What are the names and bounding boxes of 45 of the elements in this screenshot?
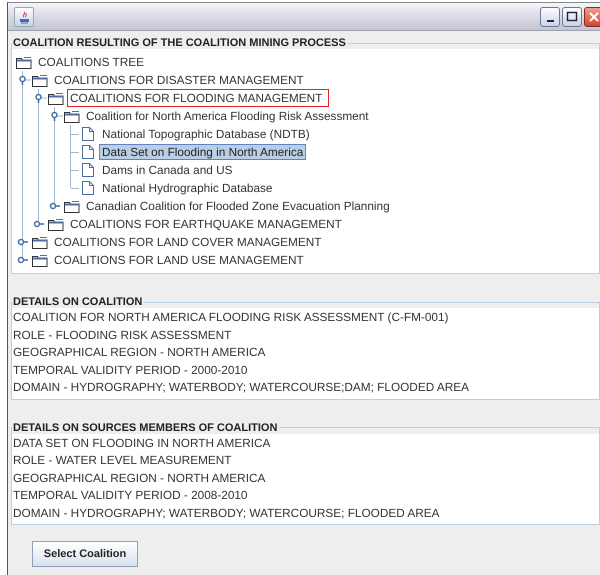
folder-icon [47,91,64,105]
detail-text: DOMAIN - HYDROGRAPHY; WATERBODY; WATERCOURSE; FLOODED AREA [13,504,440,522]
maximize-icon [565,10,579,24]
file-icon [79,181,96,195]
detail-text: GEOGRAPHICAL REGION - NORTH AMERICA [13,470,266,486]
app-icon [14,6,34,26]
detail-text: TEMPORAL VALIDITY PERIOD - 2000-2010 [13,362,248,378]
detail-text: GEOGRAPHICAL REGION - NORTH AMERICA [13,344,266,361]
tree-item[interactable]: COALITIONS FOR LAND USE MANAGEMENT [51,252,307,268]
select-coalition-button[interactable]: Select Coalition [32,541,138,567]
tree-item[interactable]: Coalition for North America Flooding Risk Assessment [83,108,372,124]
detail-text: COALITION FOR NORTH AMERICA FLOODING RISK ASSESSMENT (C-FM-001) [13,309,450,326]
tree-item[interactable]: COALITIONS FOR LAND COVER MANAGEMENT [51,234,324,250]
tree-item[interactable]: Dams in Canada and US [99,162,236,178]
panel-title: DETAILS ON SOURCES MEMBERS OF COALITION [12,422,278,434]
folder-icon [31,253,48,267]
panel-title: COALITION RESULTING OF THE COALITION MINING PROCESS [12,37,347,49]
close-icon [587,10,600,24]
close-button[interactable] [584,6,600,26]
panel-title: DETAILS ON COALITION [12,296,144,308]
tree-item[interactable]: COALITIONS FOR EARTHQUAKE MANAGEMENT [67,216,345,232]
tree-item[interactable]: National Hydrographic Database [99,180,276,196]
tree-item[interactable]: Data Set on Flooding in North America [99,144,306,160]
tree-item[interactable]: COALITIONS FOR DISASTER MANAGEMENT [51,72,307,88]
file-icon [79,163,96,177]
folder-icon [31,235,48,249]
detail-text: DOMAIN - HYDROGRAPHY; WATERBODY; WATERCOURSE;DAM; FLOODED AREA [13,379,470,396]
minimize-icon [546,20,554,22]
maximize-button[interactable] [562,6,582,26]
folder-icon [15,55,32,69]
folder-icon [47,217,64,231]
tree-item[interactable]: COALITIONS FOR FLOODING MANAGEMENT [67,89,330,107]
tree-item[interactable]: COALITIONS TREE [35,54,147,70]
file-icon [79,127,96,141]
detail-text: DATA SET ON FLOODING IN NORTH AMERICA [13,434,272,452]
detail-text: ROLE - FLOODING RISK ASSESSMENT [13,326,232,344]
detail-text: TEMPORAL VALIDITY PERIOD - 2008-2010 [13,487,248,504]
minimize-button[interactable] [540,6,560,26]
folder-icon [63,109,80,123]
folder-icon [63,199,80,213]
detail-text: ROLE - WATER LEVEL MEASUREMENT [13,452,232,469]
folder-icon [31,73,48,87]
tree-item[interactable]: National Topographic Database (NDTB) [99,126,313,142]
tree-item[interactable]: Canadian Coalition for Flooded Zone Evacuation Planning [83,198,393,214]
file-icon [79,145,96,159]
